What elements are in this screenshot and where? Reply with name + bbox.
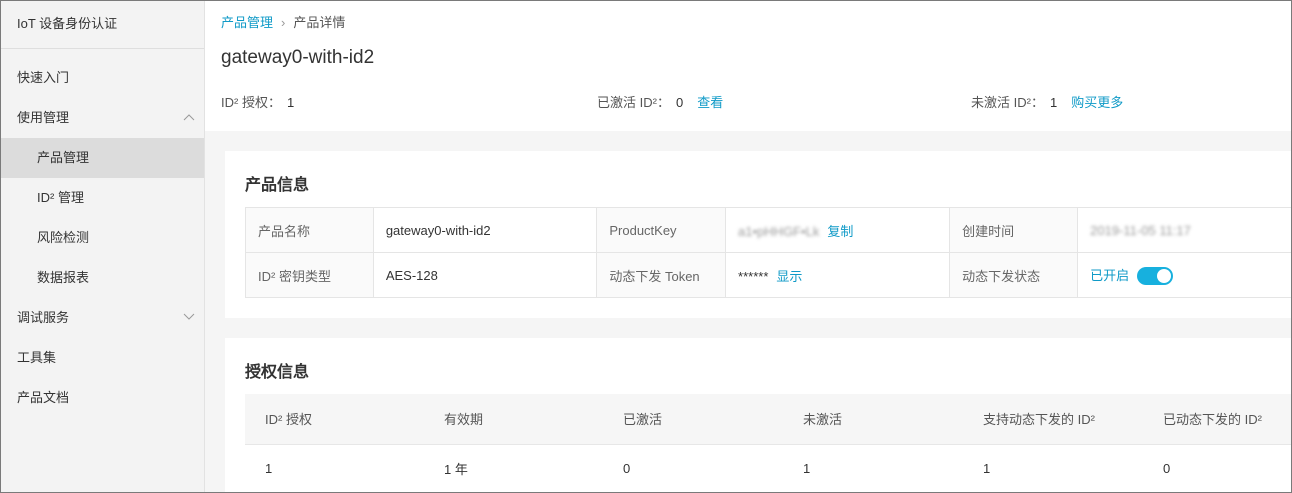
grant-info-card: 授权信息 ID² 授权 有效期 已激活 未激活 支持动态下发的 ID² 已动态下… (225, 338, 1291, 492)
view-activated-link[interactable]: 查看 (697, 95, 723, 110)
dynamic-token-value: ****** (738, 268, 769, 284)
table-row: ID² 密钥类型 AES-128 动态下发 Token ****** 显示 动态下… (245, 252, 1291, 298)
sidebar-item-risk-detection[interactable]: 风险检测 (1, 218, 204, 258)
sidebar-item-product-docs[interactable]: 产品文档 (1, 378, 204, 418)
breadcrumb-parent-link[interactable]: 产品管理 (221, 15, 273, 30)
chevron-up-icon (183, 113, 195, 122)
stat-activated-label: 已激活 ID²： (597, 95, 670, 110)
sidebar-item-debug-service[interactable]: 调试服务 (1, 298, 204, 338)
key-type-label: ID² 密钥类型 (245, 252, 374, 298)
stat-activated: 已激活 ID²： 0 查看 (597, 92, 723, 111)
dynamic-status-cell: 已开启 (1077, 252, 1291, 298)
dynamic-status-value: 已开启 (1090, 267, 1130, 283)
table-row: 1 1 年 0 1 1 0 (245, 444, 1291, 492)
dynamic-token-label: 动态下发 Token (596, 252, 727, 298)
sidebar-item-label: 使用管理 (17, 110, 70, 125)
grant-info-title: 授权信息 (245, 364, 310, 381)
copy-productkey-link[interactable]: 复制 (827, 224, 853, 239)
sidebar-item-product-management[interactable]: 产品管理 (1, 138, 204, 178)
app-window: IoT 设备身份认证 快速入门 使用管理 产品管理 ID² 管理 风险检测 数据… (0, 0, 1292, 493)
table-cell: 1 年 (444, 461, 468, 477)
productkey-label: ProductKey (596, 207, 727, 253)
buy-more-link[interactable]: 购买更多 (1071, 95, 1123, 110)
sidebar-item-usage-management[interactable]: 使用管理 (1, 98, 204, 138)
stat-authorized: ID² 授权： 1 (221, 92, 294, 111)
sidebar-item-quickstart[interactable]: 快速入门 (1, 58, 204, 98)
stat-authorized-label: ID² 授权： (221, 95, 281, 110)
created-time-value: 2019-11-05 11:17 (1090, 222, 1191, 238)
sidebar-item-data-reports[interactable]: 数据报表 (1, 258, 204, 298)
sidebar-item-label: 风险检测 (37, 230, 90, 245)
productkey-cell: a1•pHHGF•Lk 复制 (725, 207, 951, 253)
created-time-label: 创建时间 (949, 207, 1079, 253)
table-cell: 0 (623, 460, 631, 476)
product-info-table: 产品名称 gateway0-with-id2 ProductKey a1•pHH… (245, 207, 1291, 298)
sidebar-item-label: ID² 管理 (37, 190, 84, 205)
dynamic-token-cell: ****** 显示 (725, 252, 951, 298)
product-info-card: 产品信息 产品名称 gateway0-with-id2 ProductKey a… (225, 151, 1291, 318)
sidebar-item-label: 产品管理 (37, 150, 90, 165)
sidebar-item-label: 快速入门 (17, 70, 70, 85)
stat-inactive-label: 未激活 ID²： (971, 95, 1044, 110)
table-row: 产品名称 gateway0-with-id2 ProductKey a1•pHH… (245, 207, 1291, 253)
product-info-title: 产品信息 (245, 177, 310, 194)
column-header: 支持动态下发的 ID² (963, 394, 1143, 445)
sidebar-item-label: 数据报表 (37, 270, 90, 285)
column-header: 已动态下发的 ID² (1143, 394, 1291, 445)
stat-inactive-value: 1 (1049, 95, 1058, 110)
dynamic-status-label: 动态下发状态 (949, 252, 1079, 298)
sidebar: IoT 设备身份认证 快速入门 使用管理 产品管理 ID² 管理 风险检测 数据… (1, 1, 205, 492)
dynamic-status-toggle[interactable] (1137, 267, 1174, 286)
table-cell: 0 (1163, 460, 1171, 476)
page-title: gateway0-with-id2 (221, 47, 375, 68)
created-time-cell: 2019-11-05 11:17 (1077, 207, 1291, 253)
sidebar-item-toolset[interactable]: 工具集 (1, 338, 204, 378)
product-name-label: 产品名称 (245, 207, 374, 253)
productkey-value: a1•pHHGF•Lk (738, 223, 820, 239)
page-header: 产品管理 › 产品详情 gateway0-with-id2 ID² 授权： 1 已激活… (205, 1, 1291, 131)
column-header: ID² 授权 (245, 394, 424, 445)
table-cell: 1 (983, 460, 991, 476)
show-token-link[interactable]: 显示 (776, 269, 802, 284)
breadcrumb-separator: › (281, 15, 286, 30)
key-type-value: AES-128 (372, 252, 598, 298)
column-header: 未激活 (783, 394, 963, 445)
toggle-knob (1157, 269, 1172, 284)
table-cell: 1 (803, 460, 811, 476)
sidebar-item-label: 工具集 (17, 350, 57, 365)
sidebar-item-id2-management[interactable]: ID² 管理 (1, 178, 204, 218)
stat-authorized-value: 1 (286, 95, 295, 110)
sidebar-item-label: 产品文档 (17, 390, 70, 405)
column-header: 已激活 (603, 394, 783, 445)
table-cell: 1 (265, 460, 273, 476)
stat-inactive: 未激活 ID²： 1 购买更多 (971, 92, 1123, 111)
sidebar-title: IoT 设备身份认证 (1, 1, 204, 49)
product-name-value: gateway0-with-id2 (372, 207, 598, 253)
grant-info-table: ID² 授权 有效期 已激活 未激活 支持动态下发的 ID² 已动态下发的 ID… (245, 394, 1291, 492)
stat-activated-value: 0 (675, 95, 684, 110)
breadcrumb: 产品管理 › 产品详情 (221, 12, 345, 31)
main-content: 产品管理 › 产品详情 gateway0-with-id2 ID² 授权： 1 已激活… (205, 1, 1291, 492)
column-header: 有效期 (424, 394, 603, 445)
table-header-row: ID² 授权 有效期 已激活 未激活 支持动态下发的 ID² 已动态下发的 ID… (245, 394, 1291, 445)
sidebar-item-label: 调试服务 (17, 310, 70, 325)
chevron-down-icon (183, 313, 195, 322)
breadcrumb-current: 产品详情 (293, 15, 346, 30)
